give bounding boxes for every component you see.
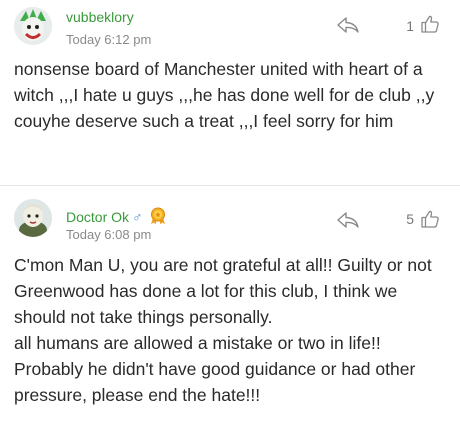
medal-badge-icon <box>149 207 167 228</box>
username-text[interactable]: Doctor Ok <box>66 209 129 225</box>
timestamp: Today 6:08 pm <box>66 227 152 242</box>
avatar[interactable] <box>14 7 52 45</box>
reply-arrow-icon[interactable] <box>336 210 360 230</box>
avatar[interactable] <box>14 199 52 237</box>
thumbs-up-icon[interactable] <box>420 14 440 34</box>
reply-arrow-icon[interactable] <box>336 15 360 35</box>
comment-item: vubbeklory Today 6:12 pm 1 nonsense boar… <box>0 0 460 186</box>
like-count: 1 <box>406 18 414 34</box>
username[interactable]: vubbeklory <box>66 9 134 25</box>
comment-text: nonsense board of Manchester united with… <box>14 59 435 131</box>
divider <box>0 185 460 186</box>
comment-text: C'mon Man U, you are not grateful at all… <box>14 255 432 405</box>
timestamp: Today 6:12 pm <box>66 32 152 47</box>
male-gender-icon: ♂ <box>132 209 143 225</box>
thumbs-up-icon[interactable] <box>420 209 440 229</box>
username[interactable]: Doctor Ok ♂ <box>66 207 167 228</box>
comment-item: Doctor Ok ♂ Today 6:08 pm 5 C'mon Man U, … <box>0 187 460 422</box>
like-count: 5 <box>406 211 414 227</box>
